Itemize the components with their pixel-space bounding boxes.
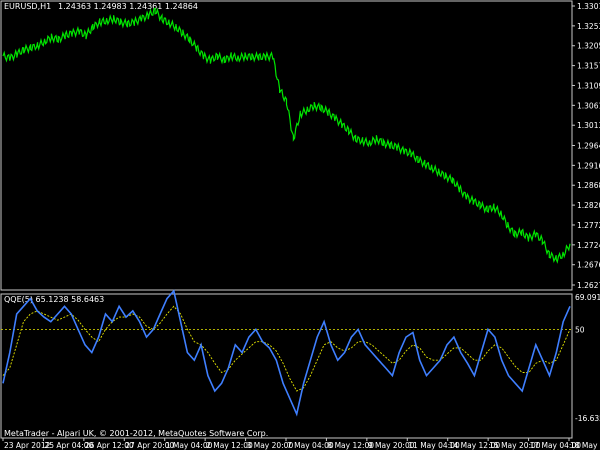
price-tick-label: 1.31570 [577,62,600,71]
price-tick-label: 1.27720 [577,221,600,230]
copyright-label: MetaTrader - Alpari UK, © 2001-2012, Met… [4,429,268,438]
price-tick-label: 1.27240 [577,241,600,250]
price-tick-label: 1.29160 [577,161,600,170]
price-tick-label: 1.29640 [577,142,600,151]
price-tick-label: 1.28200 [577,201,600,210]
indicator-bottom-label: -16.635 [575,414,600,423]
symbol-label: EURUSD,H1 [4,2,51,11]
price-tick-label: 1.26760 [577,261,600,270]
chart-canvas: EURUSD,H1 1.24363 1.24983 1.24361 1.2486… [0,0,600,450]
price-tick-label: 1.32530 [577,22,600,31]
price-tick-label: 1.30130 [577,121,600,130]
time-tick-label: 18 May 12:00 [570,441,600,450]
price-tick-label: 1.32050 [577,42,600,51]
indicator-top-label: 69.0911 [575,293,600,302]
indicator-title: QQE(5) 65.1238 58.6463 [4,295,104,304]
ohlc-label: 1.24363 1.24983 1.24361 1.24864 [58,2,198,11]
price-tick-label: 1.31090 [577,81,600,90]
price-y-axis: 1.33010 1.32530 1.32050 1.31570 1.31090 1.306… [572,2,600,290]
price-tick-label: 1.33010 [577,2,600,11]
chart-background [0,0,600,450]
indicator-level-label: 50 [575,325,585,334]
price-tick-label: 1.26270 [577,281,600,290]
price-tick-label: 1.30610 [577,101,600,110]
price-tick-label: 1.28680 [577,181,600,190]
